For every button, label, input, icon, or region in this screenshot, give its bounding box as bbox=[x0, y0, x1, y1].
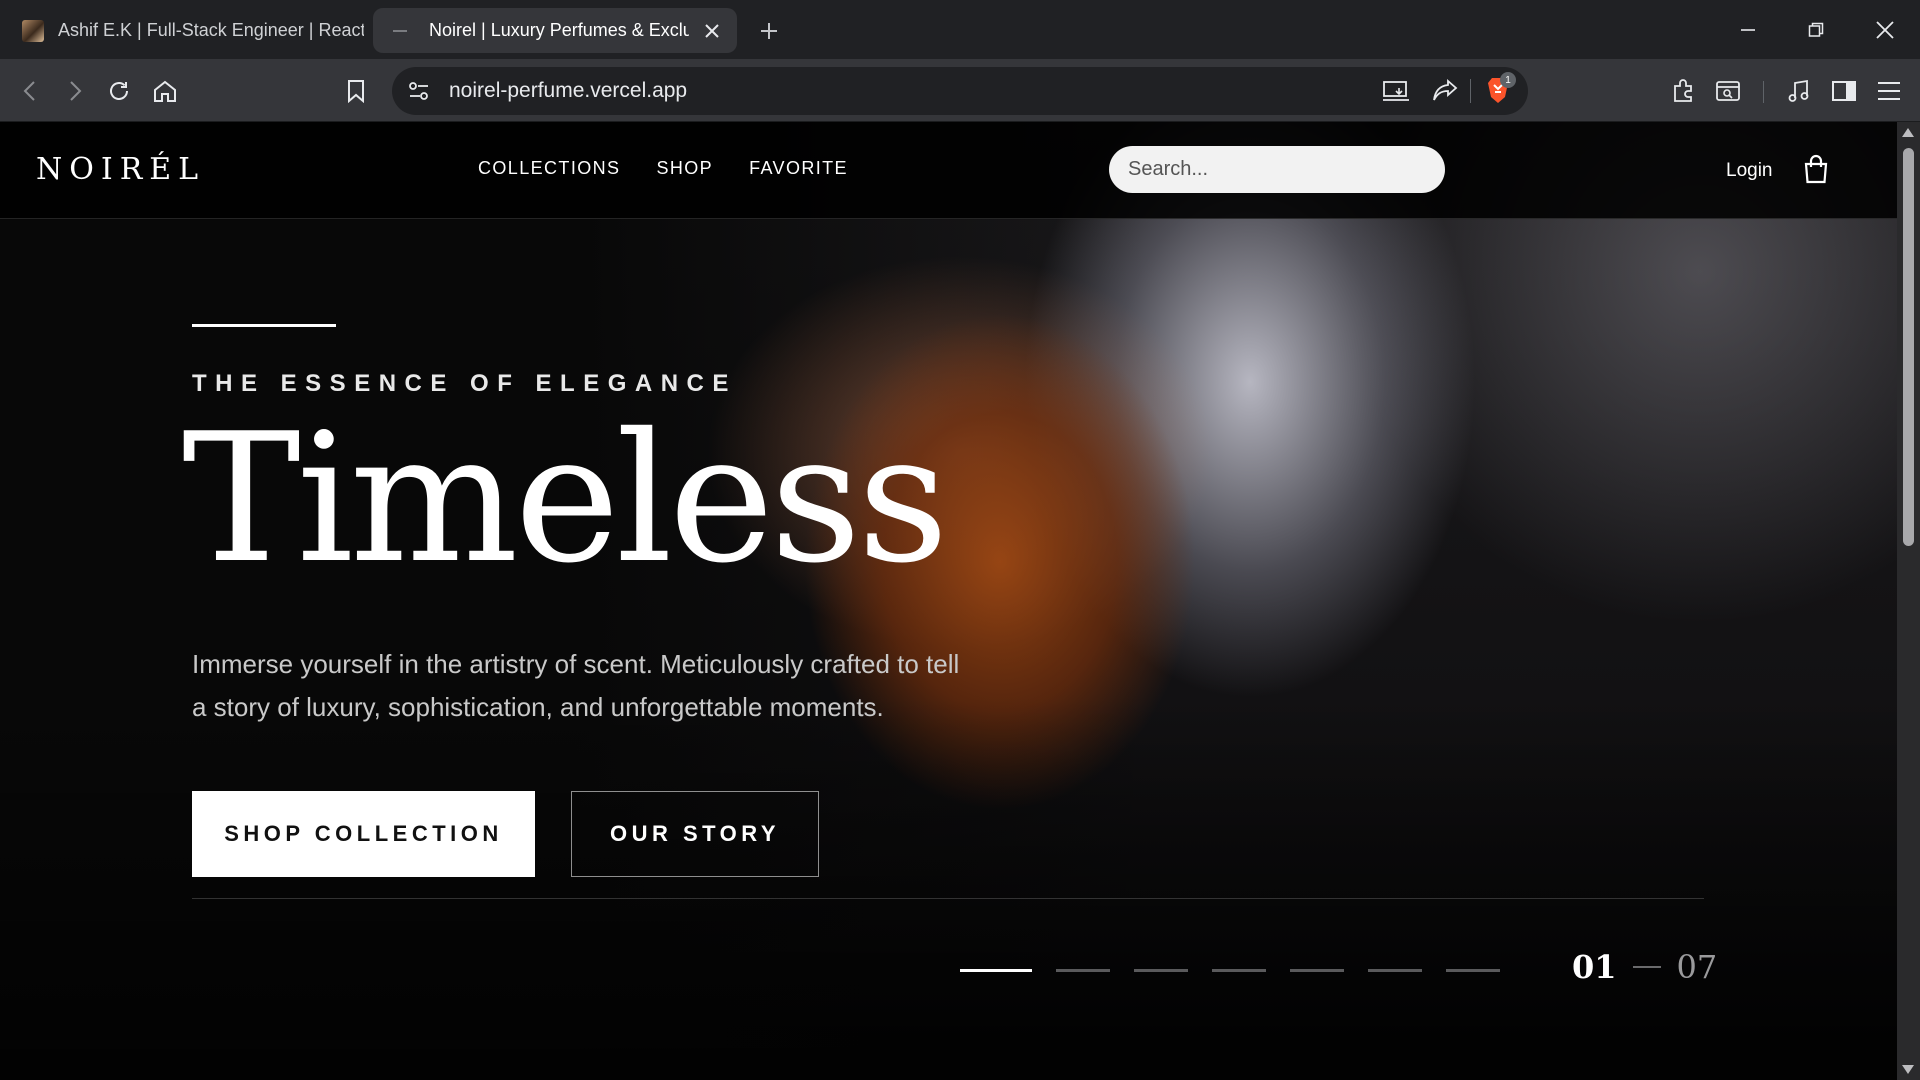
reload-icon bbox=[110, 82, 128, 100]
hero-description-line-1: Immerse yourself in the artistry of scen… bbox=[192, 649, 960, 679]
tab-search-icon bbox=[1716, 81, 1740, 101]
tab-title: Noirel | Luxury Perfumes & Exclusive Fra… bbox=[429, 20, 689, 40]
slide-indicators bbox=[960, 969, 1500, 972]
plus-icon bbox=[761, 23, 777, 39]
bookmark-icon bbox=[348, 80, 364, 103]
puzzle-icon bbox=[1674, 79, 1692, 102]
sidebar-icon bbox=[1832, 81, 1856, 101]
tab-search-button[interactable] bbox=[1711, 74, 1745, 108]
accent-line bbox=[192, 324, 336, 327]
reload-button[interactable] bbox=[102, 74, 136, 108]
back-button[interactable] bbox=[14, 74, 48, 108]
home-button[interactable] bbox=[148, 74, 182, 108]
forward-arrow-icon bbox=[70, 81, 82, 101]
minimize-icon bbox=[1741, 29, 1755, 31]
slide-counter-current: 01 bbox=[1572, 948, 1617, 986]
site-settings-icon[interactable] bbox=[408, 81, 430, 106]
url-text[interactable]: noirel-perfume.vercel.app bbox=[449, 79, 687, 103]
nav-collections[interactable]: COLLECTIONS bbox=[478, 158, 620, 179]
hero-divider bbox=[192, 898, 1704, 899]
portfolio-favicon-icon bbox=[22, 19, 44, 42]
new-tab-button[interactable] bbox=[754, 16, 784, 46]
shop-collection-button[interactable]: SHOP COLLECTION bbox=[192, 791, 535, 877]
close-tab-icon[interactable] bbox=[699, 18, 725, 44]
hero-description-line-2: a story of luxury, sophistication, and u… bbox=[192, 692, 884, 722]
restore-icon bbox=[1808, 22, 1824, 37]
hero-description: Immerse yourself in the artistry of scen… bbox=[192, 643, 972, 729]
close-icon bbox=[1876, 21, 1894, 39]
scroll-up-arrow-icon[interactable] bbox=[1902, 128, 1914, 137]
our-story-button[interactable]: OUR STORY bbox=[571, 791, 819, 877]
scrollbar-thumb[interactable] bbox=[1903, 148, 1914, 546]
tab-portfolio[interactable]: Ashif E.K | Full-Stack Engineer | React bbox=[14, 8, 364, 53]
slide-indicator-5[interactable] bbox=[1290, 969, 1344, 972]
slide-indicator-6[interactable] bbox=[1368, 969, 1422, 972]
back-arrow-icon bbox=[23, 81, 35, 101]
music-note-icon bbox=[1788, 79, 1809, 102]
home-icon bbox=[154, 80, 176, 102]
page-scrollbar[interactable] bbox=[1897, 122, 1920, 1080]
slide-indicator-1[interactable] bbox=[960, 969, 1032, 972]
browser-toolbar: noirel-perfume.vercel.app 1 bbox=[0, 59, 1920, 122]
main-navigation: COLLECTIONS SHOP FAVORITE bbox=[478, 158, 848, 179]
slide-counter: 01 07 bbox=[1572, 948, 1717, 986]
search-input[interactable] bbox=[1109, 146, 1445, 193]
site-header: NOIRÉL COLLECTIONS SHOP FAVORITE Login bbox=[0, 122, 1897, 219]
scroll-down-arrow-icon[interactable] bbox=[1902, 1065, 1914, 1074]
restore-button[interactable] bbox=[1793, 10, 1839, 50]
forward-button[interactable] bbox=[57, 74, 91, 108]
tab-noirel[interactable]: Noirel | Luxury Perfumes & Exclusive Fra… bbox=[373, 8, 737, 53]
tab-title: Ashif E.K | Full-Stack Engineer | React bbox=[58, 20, 364, 40]
slide-indicator-2[interactable] bbox=[1056, 969, 1110, 972]
extensions-button[interactable] bbox=[1667, 74, 1701, 108]
slide-indicator-3[interactable] bbox=[1134, 969, 1188, 972]
slide-indicator-7[interactable] bbox=[1446, 969, 1500, 972]
page-viewport: NOIRÉL COLLECTIONS SHOP FAVORITE Login T… bbox=[0, 122, 1920, 1080]
omnibox-separator bbox=[1470, 79, 1471, 103]
menu-button[interactable] bbox=[1872, 74, 1906, 108]
login-link[interactable]: Login bbox=[1726, 160, 1773, 182]
nav-shop[interactable]: SHOP bbox=[656, 158, 713, 179]
minimize-button[interactable] bbox=[1725, 10, 1771, 50]
loading-favicon-icon bbox=[393, 29, 407, 32]
nav-favorite[interactable]: FAVORITE bbox=[749, 158, 848, 179]
slide-indicator-4[interactable] bbox=[1212, 969, 1266, 972]
share-icon[interactable] bbox=[1432, 78, 1458, 109]
install-app-icon[interactable] bbox=[1382, 79, 1410, 108]
hamburger-menu-icon bbox=[1878, 82, 1900, 100]
shopping-bag-icon[interactable] bbox=[1802, 154, 1830, 184]
sidebar-toggle-button[interactable] bbox=[1827, 74, 1861, 108]
media-button[interactable] bbox=[1782, 74, 1816, 108]
address-bar[interactable]: noirel-perfume.vercel.app 1 bbox=[392, 67, 1528, 115]
browser-tab-strip: Ashif E.K | Full-Stack Engineer | React … bbox=[0, 0, 1920, 59]
toolbar-separator bbox=[1763, 81, 1764, 103]
slide-counter-separator bbox=[1632, 966, 1661, 968]
close-window-button[interactable] bbox=[1862, 10, 1908, 50]
hero-headline: Timeless bbox=[182, 395, 949, 602]
site-logo[interactable]: NOIRÉL bbox=[36, 152, 205, 187]
bookmark-button[interactable] bbox=[339, 74, 373, 108]
extension-badge: 1 bbox=[1500, 72, 1516, 88]
slide-counter-total: 07 bbox=[1676, 948, 1718, 986]
